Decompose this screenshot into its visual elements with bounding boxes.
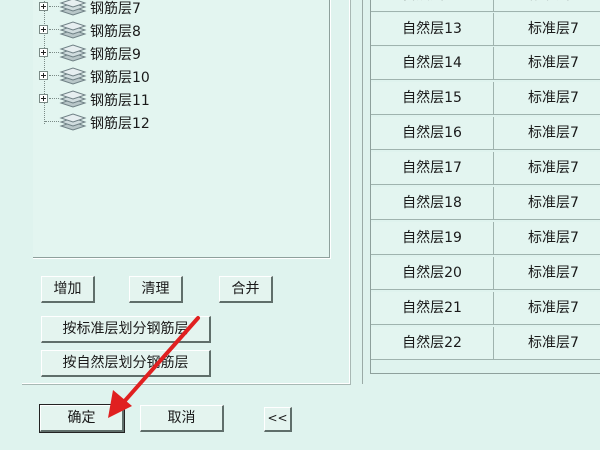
natural-floor-cell: 自然层16: [371, 117, 494, 150]
natural-floor-cell: 自然层12: [371, 0, 494, 12]
table-row[interactable]: 自然层20 标准层7: [371, 257, 600, 291]
tree-item-label: 钢筋层10: [90, 70, 150, 86]
table-row[interactable]: 自然层22 标准层7: [371, 327, 600, 361]
collapse-panel-button[interactable]: <<: [264, 407, 292, 432]
standard-floor-cell: 标准层7: [494, 292, 600, 325]
natural-floor-cell: 自然层13: [371, 13, 494, 46]
layer-stack-icon: [59, 67, 87, 85]
plus-expander-icon[interactable]: [39, 25, 48, 34]
layer-stack-icon: [59, 90, 87, 108]
split-by-standard-floor-button[interactable]: 按标准层划分钢筋层: [41, 316, 211, 343]
standard-floor-cell: 标准层7: [494, 117, 600, 150]
standard-floor-cell: 标准层7: [494, 327, 600, 360]
standard-floor-cell: 标准层7: [494, 152, 600, 185]
layer-stack-icon: [59, 21, 87, 39]
standard-floor-cell: 标准层7: [494, 47, 600, 80]
layer-stack-icon: [59, 44, 87, 62]
table-row[interactable]: 自然层21 标准层7: [371, 292, 600, 326]
natural-floor-cell: 自然层19: [371, 222, 494, 255]
natural-floor-cell: 自然层18: [371, 187, 494, 220]
tree-item-label: 钢筋层11: [90, 93, 150, 109]
standard-floor-cell: 标准层7: [494, 222, 600, 255]
tree-item-label: 钢筋层8: [90, 24, 141, 40]
standard-floor-cell: 标准层7: [494, 13, 600, 46]
merge-button[interactable]: 合并: [219, 276, 273, 303]
layer-stack-icon: [59, 113, 87, 131]
table-row[interactable]: 自然层13 标准层7: [371, 13, 600, 47]
standard-floor-cell: 标准层7: [494, 82, 600, 115]
floor-mapping-panel: 自然层12 标准层7 自然层13 标准层7 自然层14 标准层7 自然层15 标…: [362, 0, 600, 384]
table-row[interactable]: 自然层12 标准层7: [371, 0, 600, 13]
table-row[interactable]: 自然层16 标准层7: [371, 117, 600, 151]
standard-floor-cell: 标准层7: [494, 187, 600, 220]
cancel-button[interactable]: 取消: [140, 405, 224, 432]
table-row[interactable]: 自然层15 标准层7: [371, 82, 600, 116]
layer-stack-icon: [59, 0, 87, 16]
natural-floor-cell: 自然层15: [371, 82, 494, 115]
floor-mapping-table[interactable]: 自然层12 标准层7 自然层13 标准层7 自然层14 标准层7 自然层15 标…: [370, 0, 600, 374]
natural-floor-cell: 自然层22: [371, 327, 494, 360]
natural-floor-cell: 自然层17: [371, 152, 494, 185]
rebar-layer-tree[interactable]: 钢筋层7 钢筋层8 钢筋层9 钢筋层10 钢筋层11 钢筋层12: [33, 0, 331, 259]
ok-button[interactable]: 确定: [39, 404, 125, 433]
plus-expander-icon[interactable]: [39, 71, 48, 80]
standard-floor-cell: 标准层7: [494, 257, 600, 290]
table-row[interactable]: 自然层17 标准层7: [371, 152, 600, 186]
clear-button[interactable]: 清理: [129, 276, 183, 303]
tree-connector-line: [44, 0, 45, 124]
plus-expander-icon[interactable]: [39, 48, 48, 57]
tree-item-label: 钢筋层9: [90, 47, 141, 63]
natural-floor-cell: 自然层21: [371, 292, 494, 325]
natural-floor-cell: 自然层14: [371, 47, 494, 80]
plus-expander-icon[interactable]: [39, 94, 48, 103]
table-row[interactable]: 自然层14 标准层7: [371, 47, 600, 81]
standard-floor-cell: 标准层7: [494, 0, 600, 12]
plus-expander-icon[interactable]: [39, 2, 48, 11]
table-row[interactable]: 自然层19 标准层7: [371, 222, 600, 256]
tree-item-label: 钢筋层7: [90, 1, 141, 17]
natural-floor-cell: 自然层20: [371, 257, 494, 290]
split-by-natural-floor-button[interactable]: 按自然层划分钢筋层: [41, 350, 211, 377]
tree-item-label: 钢筋层12: [90, 116, 150, 132]
table-row[interactable]: 自然层18 标准层7: [371, 187, 600, 221]
add-button[interactable]: 增加: [41, 276, 95, 303]
